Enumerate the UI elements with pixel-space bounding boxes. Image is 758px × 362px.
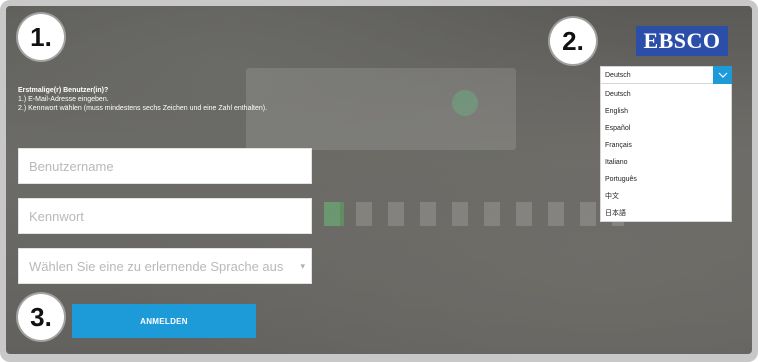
password-placeholder: Kennwort	[29, 208, 84, 224]
screenshot-frame: 1. 2. 3. EBSCO Erstmalige(r) Benutzer(in…	[0, 0, 758, 362]
language-option-japanese[interactable]: 日本語	[601, 205, 731, 222]
first-time-user-instructions: Erstmalige(r) Benutzer(in)? 1.) E-Mail-A…	[18, 86, 308, 113]
language-dropdown-list: Deutsch English Español Français Italian…	[600, 84, 732, 222]
language-option-deutsch[interactable]: Deutsch	[601, 86, 731, 103]
instructions-title: Erstmalige(r) Benutzer(in)?	[18, 87, 109, 94]
selected-language: Deutsch	[605, 71, 631, 79]
password-input[interactable]: Kennwort	[18, 198, 312, 234]
chevron-down-icon[interactable]	[713, 66, 732, 84]
instructions-step-1: 1.) E-Mail-Adresse eingeben.	[18, 96, 109, 103]
step-1-badge: 1.	[18, 14, 64, 60]
interface-language-select[interactable]: Deutsch	[600, 66, 732, 84]
username-placeholder: Benutzername	[29, 158, 114, 174]
step-2-badge: 2.	[550, 18, 596, 64]
background-green-block	[324, 202, 344, 226]
language-option-francais[interactable]: Français	[601, 137, 731, 154]
background-circle	[452, 90, 478, 116]
background-strip	[324, 202, 624, 226]
username-input[interactable]: Benutzername	[18, 148, 312, 184]
language-option-espanol[interactable]: Español	[601, 120, 731, 137]
language-option-english[interactable]: English	[601, 103, 731, 120]
ebsco-logo: EBSCO	[636, 26, 728, 56]
instructions-step-2: 2.) Kennwort wählen (muss mindestens sec…	[18, 105, 268, 112]
login-button[interactable]: ANMELDEN	[72, 304, 256, 338]
learning-language-select[interactable]: Wählen Sie eine zu erlernende Sprache au…	[18, 248, 312, 284]
caret-down-icon: ▾	[300, 260, 305, 271]
language-option-chinese[interactable]: 中文	[601, 188, 731, 205]
learning-language-placeholder: Wählen Sie eine zu erlernende Sprache au…	[29, 258, 284, 274]
step-3-badge: 3.	[18, 294, 64, 340]
language-option-italiano[interactable]: Italiano	[601, 154, 731, 171]
language-option-portugues[interactable]: Português	[601, 171, 731, 188]
